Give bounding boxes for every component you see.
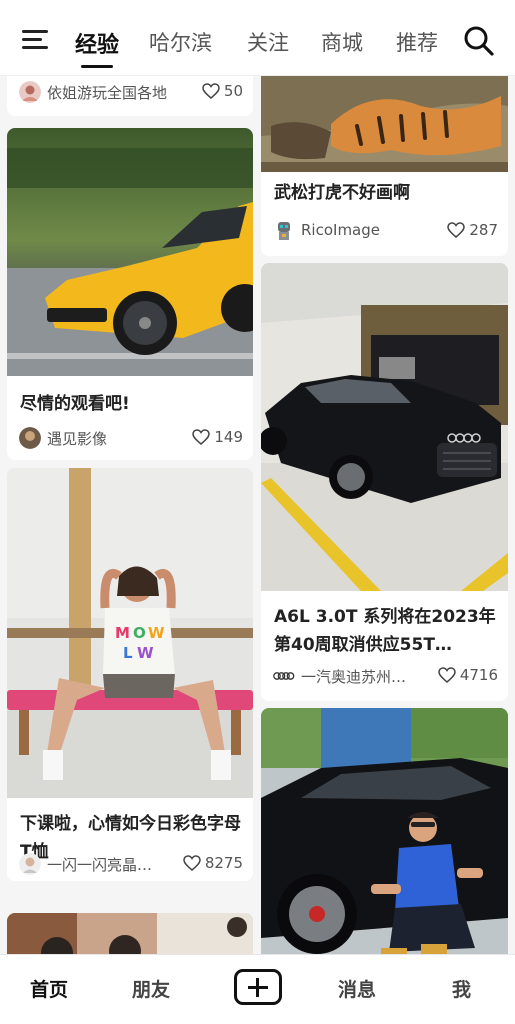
yellow-suv-photo bbox=[7, 128, 253, 376]
like-count-text: 149 bbox=[214, 428, 243, 446]
people-photo-partial bbox=[7, 913, 253, 954]
top-nav: 经验 哈尔滨 关注 商城 推荐 bbox=[0, 0, 515, 76]
card-meta: RicoImage 287 bbox=[273, 219, 498, 243]
tab-guanzhu[interactable]: 关注 bbox=[247, 27, 289, 57]
feed-card[interactable]: M O W L W 下课啦，心情如今日彩色字母T恤 一闪一闪亮晶… 8275 bbox=[7, 468, 253, 881]
bottom-nav: 首页 朋友 消息 我 bbox=[0, 954, 515, 1024]
card-meta: 一汽奥迪苏州… 4716 bbox=[273, 664, 498, 688]
like-count[interactable]: 4716 bbox=[438, 666, 498, 684]
svg-text:O: O bbox=[133, 624, 146, 642]
avatar bbox=[278, 222, 290, 240]
tiger-painting bbox=[261, 76, 508, 172]
feed-card[interactable]: 依姐游玩全国各地 50 bbox=[7, 76, 253, 116]
card-title: A6L 3.0T 系列将在2023年第40周取消供应55T… bbox=[274, 607, 496, 655]
card-meta: 遇见影像 149 bbox=[19, 426, 243, 450]
avatar bbox=[273, 672, 295, 680]
author-name: 依姐游玩全国各地 bbox=[47, 84, 168, 102]
heart-icon bbox=[192, 429, 211, 445]
feed-card[interactable]: 尽情的观看吧! 遇见影像 149 bbox=[7, 128, 253, 460]
like-count-text: 4716 bbox=[459, 666, 498, 684]
author-name: 一汽奥迪苏州… bbox=[301, 668, 407, 686]
like-count[interactable]: 149 bbox=[192, 428, 243, 446]
heart-icon bbox=[438, 667, 456, 683]
svg-text:L: L bbox=[123, 644, 133, 662]
nav-home[interactable]: 首页 bbox=[30, 975, 68, 1002]
tab-jingyan[interactable]: 经验 bbox=[75, 27, 119, 68]
like-count[interactable]: 50 bbox=[202, 82, 243, 100]
like-count-text: 50 bbox=[223, 82, 243, 100]
author-name: RicoImage bbox=[301, 221, 380, 239]
tab-tuijian[interactable]: 推荐 bbox=[396, 27, 438, 57]
avatar bbox=[19, 853, 41, 875]
tab-shangcheng[interactable]: 商城 bbox=[321, 27, 363, 57]
heart-icon bbox=[183, 855, 201, 871]
woman-bench-photo: M O W L W bbox=[7, 468, 253, 798]
card-meta: 依姐游玩全国各地 50 bbox=[19, 80, 243, 104]
card-title: 尽情的观看吧! bbox=[20, 394, 130, 414]
card-title: 武松打虎不好画啊 bbox=[274, 183, 410, 203]
black-audi-showroom bbox=[261, 263, 508, 591]
feed: 依姐游玩全国各地 50 尽情的观看吧! 遇见影像 149 M O W L W 下… bbox=[0, 76, 515, 954]
nav-friends[interactable]: 朋友 bbox=[132, 975, 170, 1002]
heart-icon bbox=[202, 83, 220, 99]
svg-text:W: W bbox=[137, 644, 154, 662]
svg-text:W: W bbox=[148, 624, 165, 642]
feed-card[interactable]: 武松打虎不好画啊 RicoImage 287 bbox=[261, 76, 508, 256]
like-count-text: 287 bbox=[469, 221, 498, 239]
like-count-text: 8275 bbox=[204, 854, 243, 872]
man-black-suv-photo bbox=[261, 708, 508, 954]
tab-haerbin[interactable]: 哈尔滨 bbox=[149, 27, 212, 57]
avatar bbox=[19, 427, 41, 449]
avatar bbox=[19, 81, 41, 103]
plus-icon[interactable] bbox=[234, 969, 282, 1005]
like-count[interactable]: 287 bbox=[447, 221, 498, 239]
nav-me[interactable]: 我 bbox=[452, 975, 471, 1002]
author-name: 一闪一闪亮晶… bbox=[47, 856, 153, 874]
like-count[interactable]: 8275 bbox=[183, 854, 243, 872]
feed-card[interactable] bbox=[7, 913, 253, 954]
author-name: 遇见影像 bbox=[47, 430, 108, 448]
search-icon[interactable] bbox=[463, 25, 495, 57]
svg-text:M: M bbox=[115, 624, 130, 642]
heart-icon bbox=[447, 222, 466, 238]
feed-card[interactable] bbox=[261, 708, 508, 954]
feed-card[interactable]: A6L 3.0T 系列将在2023年第40周取消供应55T… 一汽奥迪苏州… 4… bbox=[261, 263, 508, 701]
card-meta: 一闪一闪亮晶… 8275 bbox=[19, 852, 243, 876]
menu-icon[interactable] bbox=[22, 28, 50, 52]
nav-messages[interactable]: 消息 bbox=[338, 975, 376, 1002]
